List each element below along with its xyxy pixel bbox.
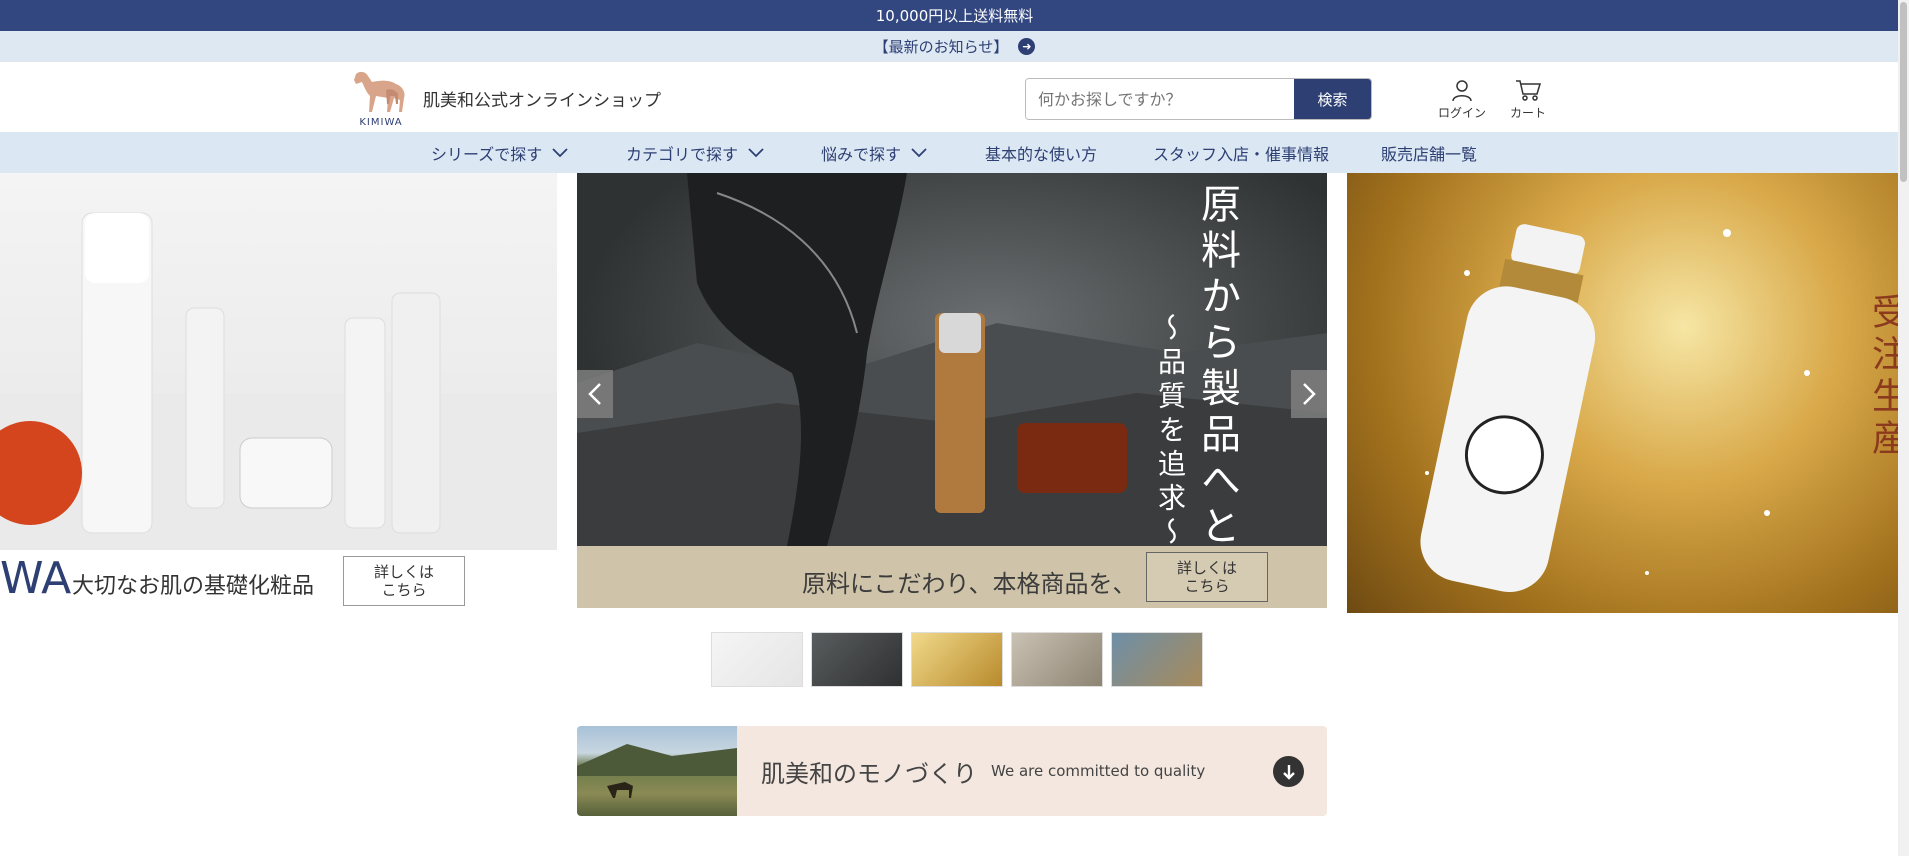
horse-logo-icon — [354, 71, 405, 112]
nav-series[interactable]: シリーズで探す — [431, 132, 568, 173]
nav-staff-events[interactable]: スタッフ入店・催事情報 — [1153, 132, 1329, 173]
commitment-banner[interactable]: 肌美和のモノづくり We are committed to quality — [577, 726, 1327, 816]
main-nav: シリーズで探す カテゴリで探す 悩みで探す 基本的な使い方 スタッフ入店・催事情… — [0, 132, 1909, 173]
slider-next-button[interactable] — [1291, 370, 1327, 418]
slide-left-brand: WA — [0, 553, 72, 604]
slide-right-image[interactable] — [1347, 173, 1909, 613]
chevron-down-icon — [552, 147, 568, 157]
shipping-banner: 10,000円以上送料無料 — [0, 0, 1909, 31]
slide-center-subtitle: ～品質を追求～ — [1154, 313, 1187, 551]
arrow-down-icon[interactable] — [1273, 756, 1304, 787]
cart-button[interactable]: カート — [1498, 78, 1558, 121]
chevron-down-icon — [748, 147, 764, 157]
nav-label: カテゴリで探す — [626, 144, 739, 164]
nav-label: 基本的な使い方 — [985, 144, 1098, 164]
cart-label: カート — [1509, 106, 1546, 120]
hero-slider: WA 大切なお肌の基礎化粧品 詳しくは こちら 原料から製品へと ～品質を追求～… — [0, 173, 1909, 713]
thumbnail-1[interactable] — [711, 632, 803, 687]
chevron-down-icon — [911, 147, 927, 157]
thumbnail-2[interactable] — [811, 632, 903, 687]
horse-field-illustration — [577, 744, 737, 798]
scrollbar-thumb[interactable] — [1900, 2, 1907, 182]
nav-label: スタッフ入店・催事情報 — [1153, 144, 1330, 164]
commitment-subtitle: We are committed to quality — [991, 762, 1206, 780]
slider-prev-button[interactable] — [577, 370, 613, 418]
commitment-horse-image — [577, 726, 737, 816]
thumbnail-5[interactable] — [1111, 632, 1203, 687]
thumbnail-3[interactable] — [911, 632, 1003, 687]
nav-label: シリーズで探す — [431, 144, 543, 164]
shipping-text: 10,000円以上送料無料 — [875, 7, 1034, 25]
news-link[interactable]: 【最新のお知らせ】 — [874, 36, 1009, 57]
chevron-left-icon — [588, 383, 601, 405]
slide-center-title: 原料から製品へと — [1194, 183, 1240, 551]
nav-stores[interactable]: 販売店舗一覧 — [1381, 132, 1477, 173]
search-button[interactable]: 検索 — [1294, 79, 1371, 119]
commitment-title: 肌美和のモノづくり — [761, 760, 977, 788]
search-bar: 検索 — [1025, 78, 1372, 120]
login-button[interactable]: ログイン — [1432, 78, 1492, 121]
slide-center-detail-button[interactable]: 詳しくは こちら — [1146, 552, 1268, 602]
logo-text: KIMIWA — [359, 117, 403, 128]
slide-center-caption-bar: 原料にこだわり、本格商品を、 詳しくは こちら — [577, 546, 1327, 608]
page-scrollbar[interactable] — [1898, 0, 1909, 856]
slide-left-caption: 大切なお肌の基礎化粧品 — [72, 574, 315, 599]
site-header: KIMIWA 肌美和公式オンラインショップ 検索 ログイン カート — [0, 62, 1909, 132]
user-icon — [1452, 80, 1472, 102]
skincare-products-illustration — [0, 212, 557, 550]
thumbnail-4[interactable] — [1011, 632, 1103, 687]
slide-left-detail-button[interactable]: 詳しくは こちら — [343, 556, 465, 606]
chevron-right-icon — [1303, 383, 1316, 405]
nav-category[interactable]: カテゴリで探す — [626, 132, 764, 173]
arrow-right-icon[interactable]: ➜ — [1018, 38, 1036, 55]
search-input[interactable] — [1026, 79, 1294, 119]
news-banner[interactable]: 【最新のお知らせ】 ➜ — [0, 31, 1909, 62]
cart-icon — [1516, 80, 1541, 101]
slide-left-image[interactable] — [0, 173, 557, 550]
nav-concerns[interactable]: 悩みで探す — [821, 132, 927, 173]
slide-center-caption: 原料にこだわり、本格商品を、 — [802, 570, 1137, 598]
shop-name[interactable]: 肌美和公式オンラインショップ — [423, 86, 661, 111]
nav-basic-usage[interactable]: 基本的な使い方 — [985, 132, 1097, 173]
kimiwa-logo[interactable]: KIMIWA — [350, 68, 412, 128]
nav-label: 悩みで探す — [821, 144, 902, 164]
slider-thumbnails — [711, 632, 1203, 687]
nav-label: 販売店舗一覧 — [1381, 144, 1478, 164]
login-label: ログイン — [1437, 106, 1486, 120]
premium-bottle-illustration — [1420, 224, 1810, 592]
